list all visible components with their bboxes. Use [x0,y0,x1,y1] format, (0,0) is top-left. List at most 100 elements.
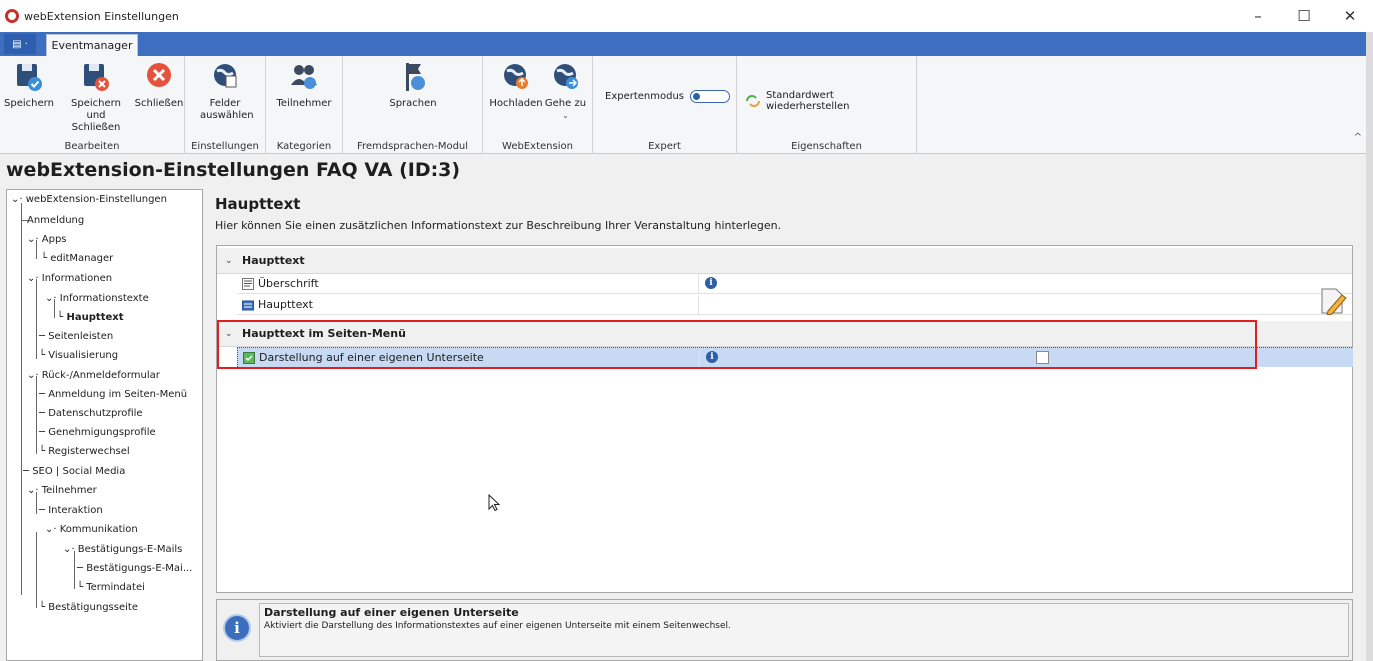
title-bar: webExtension Einstellungen – ☐ ✕ [0,0,1373,32]
select-fields-label: Felder auswählen [200,98,254,121]
expert-mode-toggle[interactable]: Expertenmodus [605,90,731,103]
save-and-close-button[interactable]: Speichern und Schließen [56,60,136,134]
tree-node-teilnehmer[interactable]: ⌄· Teilnehmer [27,481,97,500]
tree-node-haupttext[interactable]: └ Haupttext [57,308,123,327]
group-label-expert: Expert [648,141,681,152]
tree-node-datenschutzprofile[interactable]: ─ Datenschutzprofile [39,404,143,423]
group-label-eigenschaften: Eigenschaften [791,141,862,152]
category-haupttext[interactable]: ⌄ Haupttext [217,248,1352,274]
tree-node-editmanager[interactable]: └ editManager [41,249,113,268]
ribbon-tab-strip: ▤ · Eventmanager [0,32,1366,56]
group-fremdsprachen: Sprachen Fremdsprachen-Modul [343,56,483,154]
select-fields-button[interactable]: Felder auswählen [195,60,255,122]
tree-node-seo-social-media[interactable]: ─ SEO | Social Media [23,462,125,481]
collapse-chevron-icon[interactable]: ⌄ [225,256,237,266]
restore-label: Standardwert wiederherstellen [766,90,850,112]
group-label-einstellungen: Einstellungen [191,141,259,152]
expand-chevron-icon[interactable]: ⌄· [27,273,39,284]
property-grid: ⌄ Haupttext Überschrift i Haupttext ⌄ Ha… [216,245,1353,593]
toggle-switch[interactable] [690,90,731,103]
tree-node-anmeldung[interactable]: Anmeldung [27,211,84,230]
tree-line [36,376,37,454]
property-label: Haupttext [258,298,313,311]
upload-button[interactable]: Hochladen [489,60,543,110]
close-window-button[interactable]: ✕ [1327,0,1373,32]
expand-chevron-icon[interactable]: ⌄· [63,544,75,555]
property-row-haupttext[interactable]: Haupttext [237,288,1352,316]
category-label: Haupttext [242,254,305,267]
close-icon [143,60,175,94]
languages-label: Sprachen [389,98,437,109]
window-controls: – ☐ ✕ [1235,0,1373,32]
group-expert: Expertenmodus Expert [593,56,737,154]
expand-chevron-icon[interactable]: ⌄· [27,370,39,381]
tree-node-bestaetigungs-e-mails[interactable]: ⌄· Bestätigungs-E-Mails [63,540,182,559]
section-heading: Haupttext [215,195,301,213]
group-label-bearbeiten: Bearbeiten [64,141,120,152]
expand-chevron-icon[interactable]: ⌄· [45,293,57,304]
group-label-kategorien: Kategorien [276,141,332,152]
language-flag-icon [397,60,429,94]
property-row-ueberschrift[interactable]: Überschrift i [237,274,1352,294]
property-label: Überschrift [258,277,319,290]
expand-chevron-icon[interactable]: ⌄· [45,524,57,535]
tree-node-genehmigungsprofile[interactable]: ─ Genehmigungsprofile [39,423,156,442]
restore-default-button[interactable]: Standardwert wiederherstellen [745,90,916,112]
tree-node-apps[interactable]: ⌄· Apps [27,230,67,249]
expand-chevron-icon[interactable]: ⌄· [27,234,39,245]
expand-chevron-icon[interactable]: ⌄· [27,485,39,496]
info-icon[interactable]: i [705,277,717,289]
mouse-cursor-icon [488,493,501,515]
tree-node-anmeldung-seiten-menue[interactable]: ─ Anmeldung im Seiten-Menü [39,385,187,404]
app-logo-icon [5,9,19,23]
edit-text-icon[interactable] [1316,285,1350,316]
goto-globe-icon [550,60,582,94]
goto-label: Gehe zu [544,98,587,109]
group-webextension: Hochladen Gehe zu ⌄ WebExtension [483,56,593,154]
group-bearbeiten: Speichern Speichern und Schließen Schlie… [0,56,185,154]
tab-eventmanager[interactable]: Eventmanager [46,34,138,56]
tree-node-informationen[interactable]: ⌄· Informationen [27,269,112,288]
save-button[interactable]: Speichern [4,60,54,110]
app-menu-button[interactable]: ▤ · [4,34,36,54]
goto-button[interactable]: Gehe zu ⌄ [543,60,588,122]
tree-line [21,203,22,473]
languages-button[interactable]: Sprachen [383,60,443,110]
tree-node-visualisierung[interactable]: └ Visualisierung [39,346,118,365]
property-name-cell: Haupttext [237,295,699,314]
group-einstellungen: Felder auswählen Einstellungen [185,56,266,154]
save-and-close-label: Speichern und Schließen [71,98,121,133]
participants-button[interactable]: Teilnehmer [274,60,334,110]
tree-line [36,279,37,359]
property-value-cell[interactable] [699,288,1352,316]
tree-node-webextension-einstellungen[interactable]: ⌄· webExtension-Einstellungen [11,190,167,209]
maximize-button[interactable]: ☐ [1281,0,1327,32]
tree-line [21,473,22,595]
tree-node-rueck-anmeldeformular[interactable]: ⌄· Rück-/Anmeldeformular [27,366,160,385]
participants-icon [288,60,320,94]
ribbon: Speichern Speichern und Schließen Schlie… [0,56,1366,154]
group-label-fremdsprachen: Fremdsprachen-Modul [356,141,469,152]
tree-node-termindatei[interactable]: └ Termindatei [77,578,145,597]
save-label: Speichern [4,98,54,109]
tree-node-interaktion[interactable]: ─ Interaktion [39,501,103,520]
expert-mode-label: Expertenmodus [605,91,685,102]
close-button[interactable]: Schließen [134,60,184,110]
expand-chevron-icon[interactable]: ⌄· [11,194,23,205]
html-text-icon [241,298,255,312]
property-value-cell[interactable]: i [699,274,1352,293]
tree-node-bestaetigungs-e-mail-item[interactable]: ─ Bestätigungs-E-Mai... [77,559,192,578]
tree-node-bestaetigungsseite[interactable]: └ Bestätigungsseite [39,598,138,617]
settings-tree: ⌄· webExtension-Einstellungen Anmeldung … [6,189,203,661]
save-close-icon [80,60,112,94]
tree-node-kommunikation[interactable]: ⌄· Kommunikation [45,520,138,539]
group-kategorien: Teilnehmer Kategorien [266,56,343,154]
tree-node-seitenleisten[interactable]: ─ Seitenleisten [39,327,113,346]
window-scrollbar[interactable] [1366,32,1373,661]
text-field-icon [241,277,255,291]
tree-node-informationstexte[interactable]: ⌄· Informationstexte [45,289,149,308]
restore-icon [745,94,761,108]
minimize-button[interactable]: – [1235,0,1281,32]
collapse-ribbon-button[interactable]: ^ [1354,132,1362,143]
tree-node-registerwechsel[interactable]: └ Registerwechsel [39,442,130,461]
